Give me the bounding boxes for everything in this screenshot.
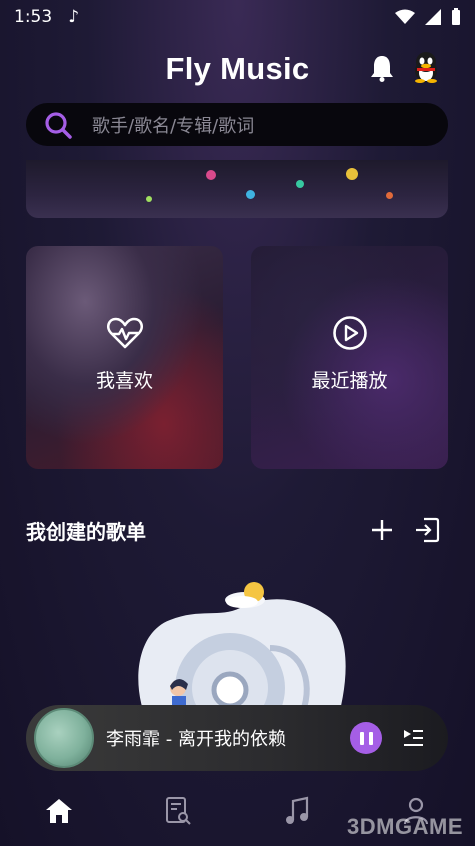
play-circle-icon (332, 316, 367, 350)
signal-icon (425, 9, 441, 25)
pause-button[interactable] (350, 722, 382, 754)
wifi-icon (395, 9, 415, 24)
favorites-label: 我喜欢 (95, 370, 153, 392)
status-icons (395, 8, 461, 26)
status-bar: 1:53 ♪ (0, 0, 475, 34)
tab-music[interactable] (277, 791, 317, 831)
home-icon (46, 799, 73, 823)
banner-image[interactable] (26, 160, 448, 218)
now-playing-title[interactable]: 李雨霏 - 离开我的依赖 (106, 725, 286, 751)
favorites-card[interactable]: 我喜欢 (26, 246, 223, 469)
album-cover[interactable] (34, 708, 94, 768)
section-title: 我创建的歌单 (26, 519, 146, 544)
pause-icon-bar (359, 731, 364, 745)
search-input[interactable]: 歌手/歌名/专辑/歌词 (26, 103, 448, 146)
search-icon (45, 111, 72, 139)
pause-icon-bar (368, 731, 373, 745)
watermark: 3DMGAME (347, 814, 463, 839)
tab-home[interactable] (39, 791, 79, 831)
recent-played-card[interactable]: 最近播放 (251, 246, 448, 469)
bell-icon[interactable] (369, 54, 395, 82)
playlist-search-icon (166, 797, 191, 825)
my-playlists-header: 我创建的歌单 (26, 510, 448, 550)
heart-pulse-icon (106, 317, 143, 349)
battery-icon (452, 8, 460, 25)
add-playlist-icon[interactable] (370, 518, 394, 542)
import-playlist-icon[interactable] (414, 516, 440, 544)
search-placeholder: 歌手/歌名/专辑/歌词 (92, 115, 255, 137)
recent-played-label: 最近播放 (311, 370, 388, 392)
music-note-status-icon: ♪ (68, 7, 80, 27)
music-note-icon (285, 796, 308, 824)
tab-playlist[interactable] (158, 791, 198, 831)
status-time: 1:53 (14, 7, 53, 27)
qq-avatar-icon[interactable] (411, 51, 441, 83)
app-title: Fly Music (165, 51, 310, 86)
header: Fly Music (0, 46, 475, 92)
mini-player[interactable]: 李雨霏 - 离开我的依赖 (26, 705, 448, 771)
queue-list-icon[interactable] (402, 727, 424, 749)
